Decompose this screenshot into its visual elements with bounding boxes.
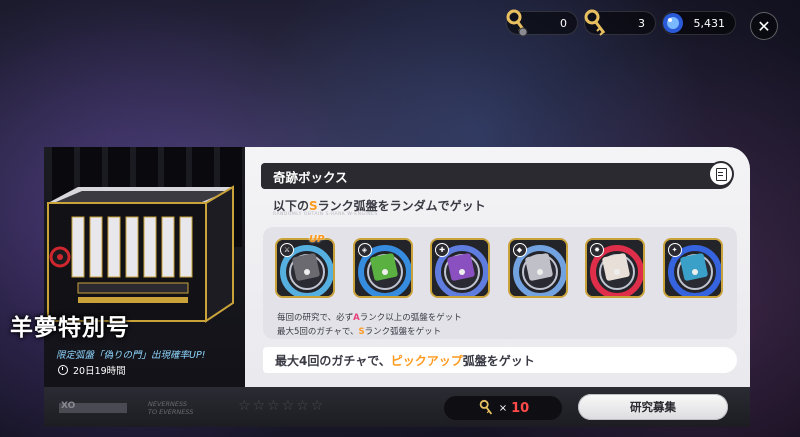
pickup-highlight: ピックアップ — [390, 353, 463, 368]
rule-a-rank: 毎回の研究で、必ずAランク以上の弧盤をゲット — [277, 311, 462, 323]
anomaly-icon: ◈ — [357, 243, 372, 257]
rule1-suffix: ランク以上の弧盤をゲット — [359, 313, 462, 323]
disc-6[interactable]: ✦ — [662, 238, 723, 298]
document-icon — [715, 167, 727, 181]
pack-detail-card: 奇跡ボックス 以下のSランク弧盤をランダムでゲット RANDOMLY OBTAI… — [245, 147, 750, 387]
rule1-rank: A — [353, 313, 360, 323]
disc-5[interactable]: ✸ — [585, 238, 645, 298]
slogan-line-2: TO EVERNESS — [148, 408, 194, 416]
pickup-suffix: 弧盤をゲット — [462, 353, 535, 368]
pack-timer: 20日19時間 — [58, 363, 126, 377]
card-header-title: 奇跡ボックス — [273, 169, 348, 185]
attack-icon: ⚔ — [280, 243, 294, 257]
slogan-line-1: NEVERNESS — [148, 400, 188, 408]
currency-gear-key[interactable]: 0 — [506, 9, 578, 37]
gold-key-icon — [479, 399, 492, 415]
pack-title: 羊夢特別号 — [10, 315, 130, 341]
currency-key[interactable]: 3 — [584, 9, 656, 36]
details-button[interactable] — [708, 161, 734, 187]
card-header: 奇跡ボックス — [261, 161, 734, 189]
close-button[interactable]: ✕ — [750, 12, 778, 40]
clock-icon — [58, 365, 68, 375]
rule-s-rank: 最大5回のガチャで、Sランク弧盤をゲット — [277, 325, 441, 337]
rule1-prefix: 毎回の研究で、必ず — [277, 313, 354, 323]
cost-display: × 10 — [444, 396, 562, 420]
disc-3[interactable]: ✚ — [430, 238, 490, 298]
recruit-button[interactable]: 研究募集 — [578, 394, 728, 420]
desc-rank: S — [309, 199, 318, 213]
pickup-row: 最大4回のガチャで、 ピックアップ 弧盤をゲット — [263, 347, 737, 373]
currency-value: 0 — [560, 16, 567, 30]
stun-icon: ✸ — [590, 243, 604, 257]
star-rating: ☆☆☆☆☆☆ — [238, 398, 326, 414]
pickup-prefix: 最大4回のガチャで、 — [275, 353, 391, 368]
logo: XO — [59, 401, 127, 413]
currency-value: 3 — [638, 16, 645, 30]
rule2-suffix: ランク弧盤をゲット — [364, 327, 442, 337]
bottom-bar: XO NEVERNESS TO EVERNESS ☆☆☆☆☆☆ × 10 研究募… — [44, 387, 750, 427]
defense-icon: ◆ — [512, 243, 527, 257]
discs-area: ⚔ ◈ ✚ ◆ ✸ ✦ UP 毎回の研究で、必ずAランク以上の弧盤をゲット 最大5回のガチ… — [263, 227, 737, 339]
disc-2[interactable]: ◈ — [352, 238, 413, 298]
rule2-prefix: 最大5回のガチャで、 — [277, 327, 359, 337]
desc-suffix: ランク弧盤をランダムでゲット — [317, 199, 486, 213]
currency-value: 5,431 — [693, 16, 726, 30]
currency-bar: 0 3 5,431 — [506, 9, 736, 37]
cost-multiplier: × — [498, 402, 508, 414]
cost-value: 10 — [511, 400, 530, 416]
rupture-icon: ✦ — [667, 243, 682, 257]
timer-text: 20日19時間 — [73, 366, 126, 377]
blue-polychrome-orb-icon — [663, 13, 683, 33]
card-description-small: RANDOMLY OBTAIN S-RANK W-ENGINES — [273, 212, 378, 217]
gold-key-with-gear-icon — [506, 9, 528, 37]
gold-key-icon — [584, 9, 606, 36]
up-badge: UP — [309, 234, 325, 245]
desc-prefix: 以下の — [273, 199, 310, 213]
logo-text: XO — [61, 401, 76, 411]
currency-polychrome[interactable]: 5,431 — [662, 11, 736, 35]
support-icon: ✚ — [435, 243, 449, 257]
disc-1[interactable]: ⚔ — [275, 238, 335, 298]
pack-subtitle: 限定弧盤「偽りの門」出現確率UP! — [56, 350, 206, 361]
disc-4[interactable]: ◆ — [507, 238, 568, 298]
slogan: NEVERNESS TO EVERNESS — [148, 400, 193, 416]
